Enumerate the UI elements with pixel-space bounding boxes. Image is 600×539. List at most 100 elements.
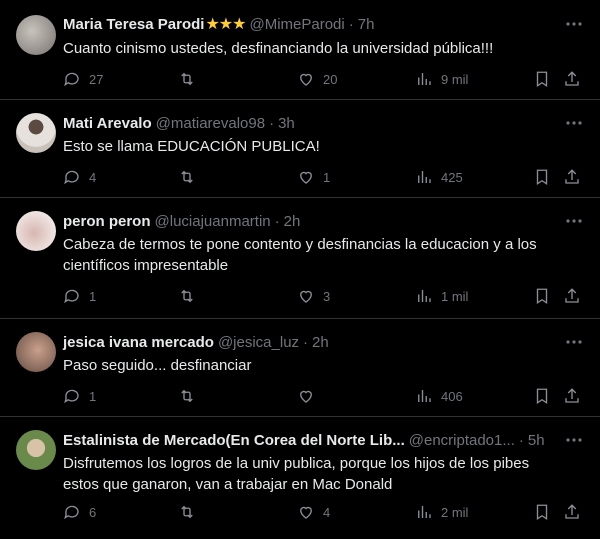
author-name[interactable]: Estalinista de Mercado(En Corea del Nort… — [63, 432, 405, 449]
timestamp[interactable]: 5h — [528, 432, 545, 449]
share-button[interactable] — [563, 387, 581, 405]
views-button[interactable]: 1 mil — [415, 287, 468, 305]
reply-button[interactable]: 27 — [63, 70, 103, 88]
reply-tweet[interactable]: Estalinista de Mercado(En Corea del Nort… — [0, 417, 600, 538]
author-handle[interactable]: @jesica_luz — [218, 334, 299, 351]
tweet-actions: 1 406 — [63, 387, 584, 407]
heart-icon — [300, 290, 312, 303]
reply-count: 27 — [89, 71, 104, 87]
like-button[interactable]: 20 — [297, 70, 337, 88]
retweet-icon — [181, 170, 193, 184]
more-options-icon[interactable] — [564, 332, 584, 352]
retweet-icon — [181, 72, 193, 86]
like-button[interactable]: 1 — [297, 168, 330, 186]
tweet-header: peron peron @luciajuanmartin · 2h — [63, 211, 584, 231]
share-button[interactable] — [563, 287, 581, 305]
reply-tweet[interactable]: Mati Arevalo @matiarevalo98 · 3h Esto se… — [0, 100, 600, 198]
avatar[interactable] — [16, 332, 56, 372]
tweet-text: Cuanto cinismo ustedes, desfinanciando l… — [63, 40, 494, 57]
reply-tweet[interactable]: peron peron @luciajuanmartin · 2h Cabeza… — [0, 198, 600, 319]
reply-tweet[interactable]: Maria Teresa Parodi ★★★ @MimeParodi · 7h… — [0, 0, 600, 100]
like-button[interactable]: 4 — [297, 503, 330, 521]
bookmark-button[interactable] — [533, 70, 551, 88]
more-options-icon[interactable] — [564, 113, 584, 133]
avatar[interactable] — [16, 113, 56, 153]
reply-button[interactable]: 1 — [63, 287, 96, 305]
tweet-header: Mati Arevalo @matiarevalo98 · 3h — [63, 113, 584, 133]
reply-count: 6 — [89, 504, 97, 520]
author-handle[interactable]: @luciajuanmartin — [155, 213, 271, 230]
tweet-text-line: científicos impresentable — [63, 257, 229, 274]
share-icon — [565, 504, 579, 519]
avatar[interactable] — [16, 15, 56, 55]
share-icon — [565, 388, 579, 403]
more-options-icon[interactable] — [564, 14, 584, 34]
retweet-button[interactable] — [178, 70, 204, 88]
tweet-header: Maria Teresa Parodi ★★★ @MimeParodi · 7h — [63, 14, 584, 34]
author-name[interactable]: jesica ivana mercado — [63, 334, 214, 351]
author-name[interactable]: Mati Arevalo — [63, 115, 152, 132]
timestamp[interactable]: 3h — [278, 115, 295, 132]
views-button[interactable]: 425 — [415, 168, 463, 186]
like-count: 3 — [323, 288, 331, 304]
reply-feed: Maria Teresa Parodi ★★★ @MimeParodi · 7h… — [0, 0, 600, 538]
reply-button[interactable]: 1 — [63, 387, 96, 405]
tweet-text-line: estos que ganaron, van a trabajar en Mac… — [63, 476, 393, 493]
bookmark-button[interactable] — [533, 503, 551, 521]
view-count: 1 mil — [441, 288, 469, 304]
retweet-button[interactable] — [178, 287, 204, 305]
views-button[interactable]: 406 — [415, 387, 463, 405]
reply-tweet[interactable]: jesica ivana mercado @jesica_luz · 2h Pa… — [0, 319, 600, 417]
bookmark-icon — [536, 71, 548, 88]
timestamp[interactable]: 2h — [312, 334, 329, 351]
tweet-actions: 6 4 2 mil — [63, 503, 584, 523]
tweet-actions: 27 20 9 mil — [63, 70, 584, 90]
share-icon — [565, 288, 579, 303]
reply-icon — [64, 389, 79, 404]
retweet-button[interactable] — [178, 503, 204, 521]
reply-icon — [64, 170, 79, 185]
author-handle[interactable]: @encriptado1... — [409, 432, 515, 449]
tweet-header: Estalinista de Mercado(En Corea del Nort… — [63, 430, 584, 450]
author-name[interactable]: peron peron — [63, 213, 151, 230]
view-count: 2 mil — [441, 504, 469, 520]
reply-icon — [64, 72, 79, 87]
bookmark-button[interactable] — [533, 387, 551, 405]
bookmark-button[interactable] — [533, 287, 551, 305]
tweet-text-line: Cabeza de termos te pone contento y desf… — [63, 236, 537, 253]
more-options-icon[interactable] — [564, 430, 584, 450]
share-button[interactable] — [563, 168, 581, 186]
views-button[interactable]: 2 mil — [415, 503, 468, 521]
retweet-icon — [181, 289, 193, 303]
heart-icon — [300, 506, 312, 519]
share-button[interactable] — [563, 503, 581, 521]
author-handle[interactable]: @MimeParodi — [249, 16, 344, 33]
reply-icon — [64, 289, 79, 304]
share-button[interactable] — [563, 70, 581, 88]
like-count: 20 — [323, 71, 338, 87]
timestamp[interactable]: 7h — [358, 16, 375, 33]
tweet-text-line: Disfrutemos los logros de la univ public… — [63, 455, 530, 472]
tweet-text: Esto se llama EDUCACIÓN PUBLICA! — [63, 138, 320, 155]
tweet-text: Disfrutemos los logros de la univ public… — [63, 453, 584, 495]
views-button[interactable]: 9 mil — [415, 70, 468, 88]
bookmark-button[interactable] — [533, 168, 551, 186]
more-options-icon[interactable] — [564, 211, 584, 231]
retweet-button[interactable] — [178, 168, 204, 186]
retweet-button[interactable] — [178, 387, 204, 405]
like-button[interactable]: 3 — [297, 287, 330, 305]
reply-count: 4 — [89, 169, 97, 185]
view-count: 406 — [441, 388, 463, 404]
tweet-text: Paso seguido... desfinanciar — [63, 357, 252, 374]
author-name[interactable]: Maria Teresa Parodi — [63, 16, 204, 33]
avatar[interactable] — [16, 211, 56, 251]
like-button[interactable] — [297, 387, 323, 405]
timestamp[interactable]: 2h — [284, 213, 301, 230]
tweet-header: jesica ivana mercado @jesica_luz · 2h — [63, 332, 584, 352]
views-chart-icon — [418, 390, 431, 402]
separator-dot: · — [274, 212, 280, 230]
reply-button[interactable]: 6 — [63, 503, 96, 521]
reply-button[interactable]: 4 — [63, 168, 96, 186]
avatar[interactable] — [16, 430, 56, 470]
author-handle[interactable]: @matiarevalo98 — [156, 115, 265, 132]
